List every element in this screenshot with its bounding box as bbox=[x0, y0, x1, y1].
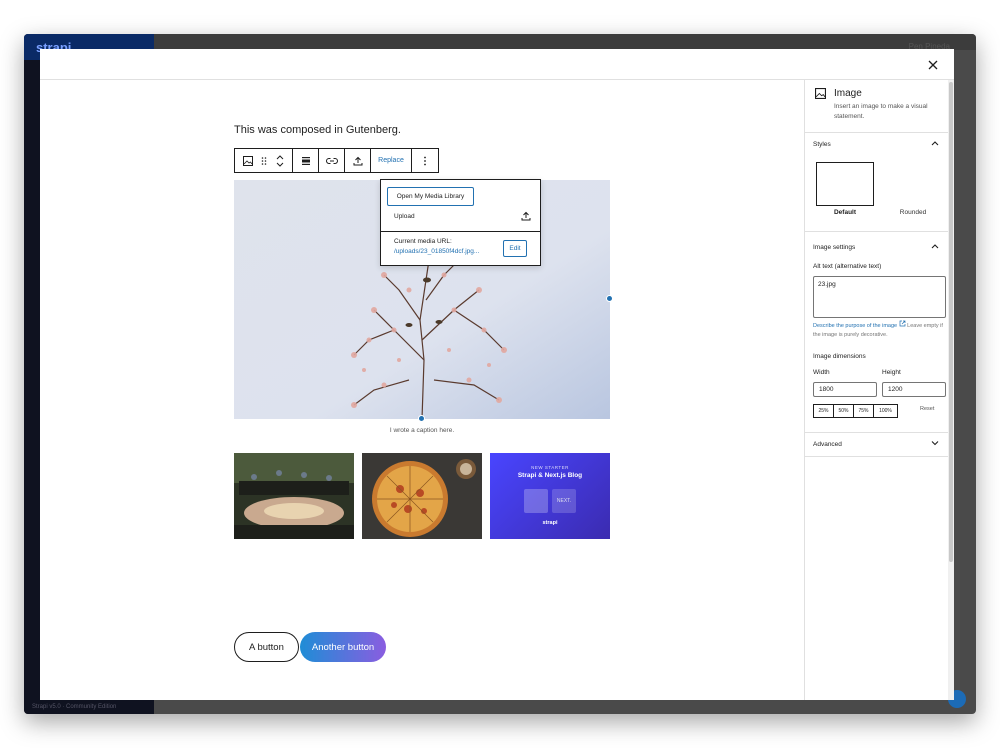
editor-canvas: This was composed in Gutenberg. Replace bbox=[40, 80, 804, 700]
block-title: Image bbox=[834, 88, 862, 99]
advanced-panel-title: Advanced bbox=[813, 440, 842, 448]
current-url-label: Current media URL: bbox=[394, 238, 452, 245]
percent-25-button[interactable]: 25% bbox=[814, 405, 834, 417]
block-type-group bbox=[235, 149, 293, 172]
image-icon bbox=[815, 88, 826, 101]
chevron-up-icon bbox=[931, 140, 939, 148]
paragraph-block[interactable]: This was composed in Gutenberg. bbox=[234, 124, 401, 136]
height-label: Height bbox=[882, 369, 901, 376]
size-percent-group: 25% 50% 75% 100% bbox=[813, 404, 898, 418]
alt-text-label: Alt text (alternative text) bbox=[813, 263, 882, 270]
percent-50-button[interactable]: 50% bbox=[834, 405, 854, 417]
close-icon[interactable] bbox=[924, 56, 942, 74]
upload-icon bbox=[521, 211, 531, 223]
image-icon[interactable] bbox=[243, 155, 254, 166]
alt-text-help-link[interactable]: Describe the purpose of the image bbox=[813, 323, 897, 329]
advanced-panel-toggle[interactable]: Advanced bbox=[805, 433, 949, 455]
blog-card-title: Strapi & Next.js Blog bbox=[517, 472, 583, 479]
gallery-image-park[interactable] bbox=[234, 453, 354, 539]
open-media-library-button[interactable]: Open My Media Library bbox=[387, 187, 474, 206]
resize-handle-right[interactable] bbox=[606, 295, 613, 302]
image-dimensions-label: Image dimensions bbox=[813, 353, 866, 360]
styles-panel-title: Styles bbox=[813, 140, 831, 148]
background-topbar: Pen Pineda bbox=[154, 34, 976, 51]
strapi-wordmark: strapi bbox=[542, 520, 558, 526]
panel-divider bbox=[805, 456, 949, 457]
width-input[interactable]: 1800 bbox=[813, 382, 877, 397]
align-icon[interactable] bbox=[293, 149, 319, 172]
current-url-link[interactable]: /uploads/23_01850f4dcf.jpg... bbox=[394, 248, 479, 255]
outline-button[interactable]: A button bbox=[234, 632, 299, 662]
block-toolbar: Replace bbox=[234, 148, 439, 173]
height-input[interactable]: 1200 bbox=[882, 382, 946, 397]
styles-panel-toggle[interactable]: Styles bbox=[805, 133, 949, 155]
upload-menu-item[interactable]: Upload bbox=[387, 208, 537, 224]
popover-divider bbox=[381, 231, 540, 232]
percent-75-button[interactable]: 75% bbox=[854, 405, 874, 417]
image-caption[interactable]: I wrote a caption here. bbox=[234, 427, 610, 434]
image-settings-title: Image settings bbox=[813, 243, 856, 251]
chevron-up-icon bbox=[931, 243, 939, 251]
style-rounded-option[interactable]: Rounded bbox=[884, 209, 942, 216]
modal-header bbox=[40, 49, 954, 80]
style-default-preview[interactable] bbox=[816, 162, 874, 206]
background-footer: Strapi v5.0 · Community Edition bbox=[32, 704, 117, 710]
reset-dimensions-button[interactable]: Reset bbox=[920, 406, 934, 412]
gallery-image-pizza[interactable] bbox=[362, 453, 482, 539]
external-link-icon bbox=[899, 320, 906, 329]
image-settings-panel-toggle[interactable]: Image settings bbox=[805, 236, 949, 258]
alt-text-help: Describe the purpose of the image Leave … bbox=[813, 320, 945, 340]
resize-handle-bottom[interactable] bbox=[418, 415, 425, 422]
upload-label: Upload bbox=[394, 212, 415, 220]
nextjs-logo: NEXT. bbox=[552, 489, 576, 513]
edit-url-button[interactable]: Edit bbox=[503, 240, 527, 257]
drag-icon[interactable] bbox=[261, 156, 267, 166]
gallery-image-blog-card[interactable]: NEW STARTER Strapi & Next.js Blog NEXT. … bbox=[490, 453, 610, 539]
settings-sidebar: Image Insert an image to make a visual s… bbox=[804, 80, 949, 700]
chevron-down-icon bbox=[931, 440, 939, 448]
gallery-block: NEW STARTER Strapi & Next.js Blog NEXT. … bbox=[234, 453, 610, 539]
gradient-button[interactable]: Another button bbox=[299, 632, 387, 662]
more-vertical-icon[interactable] bbox=[412, 149, 438, 172]
move-updown-icon[interactable] bbox=[276, 154, 284, 168]
editor-modal: This was composed in Gutenberg. Replace bbox=[40, 49, 954, 700]
replace-popover: Open My Media Library Upload Current med… bbox=[380, 179, 541, 266]
block-description: Insert an image to make a visual stateme… bbox=[834, 103, 928, 120]
upload-icon[interactable] bbox=[345, 149, 371, 172]
replace-button[interactable]: Replace bbox=[371, 149, 412, 172]
modal-scrollbar[interactable] bbox=[948, 80, 954, 700]
width-label: Width bbox=[813, 369, 830, 376]
scrollbar-thumb[interactable] bbox=[949, 82, 953, 562]
percent-100-button[interactable]: 100% bbox=[874, 405, 897, 417]
buttons-block: A button Another button bbox=[234, 632, 387, 662]
block-card: Image Insert an image to make a visual s… bbox=[805, 80, 949, 133]
blog-card-kicker: NEW STARTER bbox=[531, 465, 569, 470]
strapi-logo-icon bbox=[524, 489, 548, 513]
style-default-label: Default bbox=[833, 209, 857, 216]
link-icon[interactable] bbox=[319, 149, 345, 172]
alt-text-field[interactable]: 23.jpg bbox=[813, 276, 946, 318]
panel-divider bbox=[805, 231, 949, 232]
